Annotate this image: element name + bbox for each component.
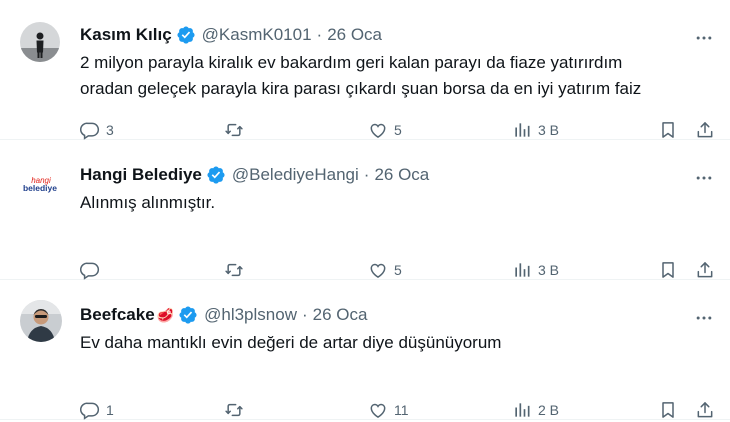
tweet-text: Alınmış alınmıştır. bbox=[80, 190, 710, 216]
handle[interactable]: @BelediyeHangi bbox=[232, 165, 359, 185]
tweet[interactable]: Kasım Kılıç @KasmK0101 · 26 Oca 2 milyon… bbox=[0, 0, 730, 140]
verified-badge-icon bbox=[176, 25, 196, 45]
avatar[interactable]: hangi belediye bbox=[20, 164, 60, 204]
reply-icon bbox=[80, 262, 100, 280]
display-name[interactable]: Beefcake bbox=[80, 305, 155, 325]
reply-button[interactable] bbox=[80, 260, 106, 280]
repost-button[interactable] bbox=[224, 400, 250, 420]
action-bar: 5 3 B bbox=[80, 260, 720, 282]
like-icon bbox=[370, 403, 386, 418]
share-button[interactable] bbox=[695, 120, 715, 140]
more-icon[interactable] bbox=[694, 308, 714, 328]
tweet-header: Kasım Kılıç @KasmK0101 · 26 Oca bbox=[80, 25, 670, 45]
like-button[interactable]: 5 bbox=[368, 120, 402, 140]
views-button[interactable]: 3 B bbox=[512, 120, 559, 140]
handle[interactable]: @hl3plsnow bbox=[204, 305, 297, 325]
tweet-text-line: Ev daha mantıklı evin değeri de artar di… bbox=[80, 333, 502, 352]
like-button[interactable]: 11 bbox=[368, 400, 409, 420]
reply-button[interactable]: 1 bbox=[80, 400, 114, 420]
avatar[interactable] bbox=[20, 300, 62, 342]
repost-icon bbox=[225, 403, 243, 417]
verified-badge-icon bbox=[178, 305, 198, 325]
views-button[interactable]: 2 B bbox=[512, 400, 559, 420]
separator-dot: · bbox=[363, 165, 370, 184]
share-icon bbox=[697, 262, 713, 278]
like-icon bbox=[370, 263, 386, 278]
like-count: 11 bbox=[394, 402, 409, 418]
views-icon bbox=[515, 263, 530, 277]
bookmark-button[interactable] bbox=[658, 400, 678, 420]
tweet-header: Hangi Belediye @BelediyeHangi · 26 Oca bbox=[80, 165, 670, 185]
bookmark-button[interactable] bbox=[658, 260, 678, 280]
timestamp[interactable]: 26 Oca bbox=[313, 305, 368, 325]
more-icon[interactable] bbox=[694, 28, 714, 48]
views-count: 3 B bbox=[538, 262, 560, 278]
views-icon bbox=[515, 403, 530, 417]
logo-text-bottom: belediye bbox=[23, 183, 57, 193]
tweet-text: Ev daha mantıklı evin değeri de artar di… bbox=[80, 330, 710, 356]
meat-emoji: 🥩 bbox=[156, 306, 175, 323]
share-icon bbox=[697, 122, 713, 138]
timestamp[interactable]: 26 Oca bbox=[327, 25, 382, 45]
views-count: 3 B bbox=[538, 122, 560, 138]
avatar[interactable] bbox=[20, 22, 60, 62]
views-button[interactable]: 3 B bbox=[512, 260, 559, 280]
repost-button[interactable] bbox=[224, 120, 250, 140]
tweet[interactable]: hangi belediye Hangi Belediye @BelediyeH… bbox=[0, 140, 730, 280]
reply-count: 3 bbox=[106, 122, 114, 138]
tweet[interactable]: Beefcake 🥩 @hl3plsnow · 26 Oca Ev daha m… bbox=[0, 280, 730, 420]
repost-icon bbox=[225, 263, 243, 277]
tweet-header: Beefcake 🥩 @hl3plsnow · 26 Oca bbox=[80, 305, 670, 325]
display-name[interactable]: Kasım Kılıç bbox=[80, 25, 172, 45]
more-icon[interactable] bbox=[694, 168, 714, 188]
repost-icon bbox=[225, 123, 243, 137]
verified-badge-icon bbox=[206, 165, 226, 185]
reply-button[interactable]: 3 bbox=[80, 120, 114, 140]
share-button[interactable] bbox=[695, 400, 715, 420]
tweet-text-line: 2 milyon parayla kiralık ev bakardım ger… bbox=[80, 53, 623, 72]
views-icon bbox=[515, 123, 530, 137]
separator-dot: · bbox=[316, 25, 323, 44]
reply-icon bbox=[80, 402, 100, 420]
action-bar: 1 11 2 B bbox=[80, 400, 720, 422]
bookmark-icon bbox=[662, 262, 674, 278]
action-bar: 3 5 3 B bbox=[80, 120, 720, 142]
reply-count: 1 bbox=[106, 402, 114, 418]
tweet-text-line: Alınmış alınmıştır. bbox=[80, 193, 216, 212]
repost-button[interactable] bbox=[224, 260, 250, 280]
reply-icon bbox=[80, 122, 100, 140]
like-count: 5 bbox=[394, 122, 402, 138]
bookmark-icon bbox=[662, 122, 674, 138]
separator-dot: · bbox=[301, 305, 308, 324]
share-icon bbox=[697, 402, 713, 418]
like-count: 5 bbox=[394, 262, 402, 278]
like-button[interactable]: 5 bbox=[368, 260, 402, 280]
handle[interactable]: @KasmK0101 bbox=[202, 25, 312, 45]
share-button[interactable] bbox=[695, 260, 715, 280]
timestamp[interactable]: 26 Oca bbox=[374, 165, 429, 185]
bookmark-button[interactable] bbox=[658, 120, 678, 140]
like-icon bbox=[370, 123, 386, 138]
views-count: 2 B bbox=[538, 402, 560, 418]
bookmark-icon bbox=[662, 402, 674, 418]
tweet-text: 2 milyon parayla kiralık ev bakardım ger… bbox=[80, 50, 710, 102]
tweet-text-line: oradan geleçek parayla kira parası çıkar… bbox=[80, 79, 642, 98]
display-name[interactable]: Hangi Belediye bbox=[80, 165, 202, 185]
